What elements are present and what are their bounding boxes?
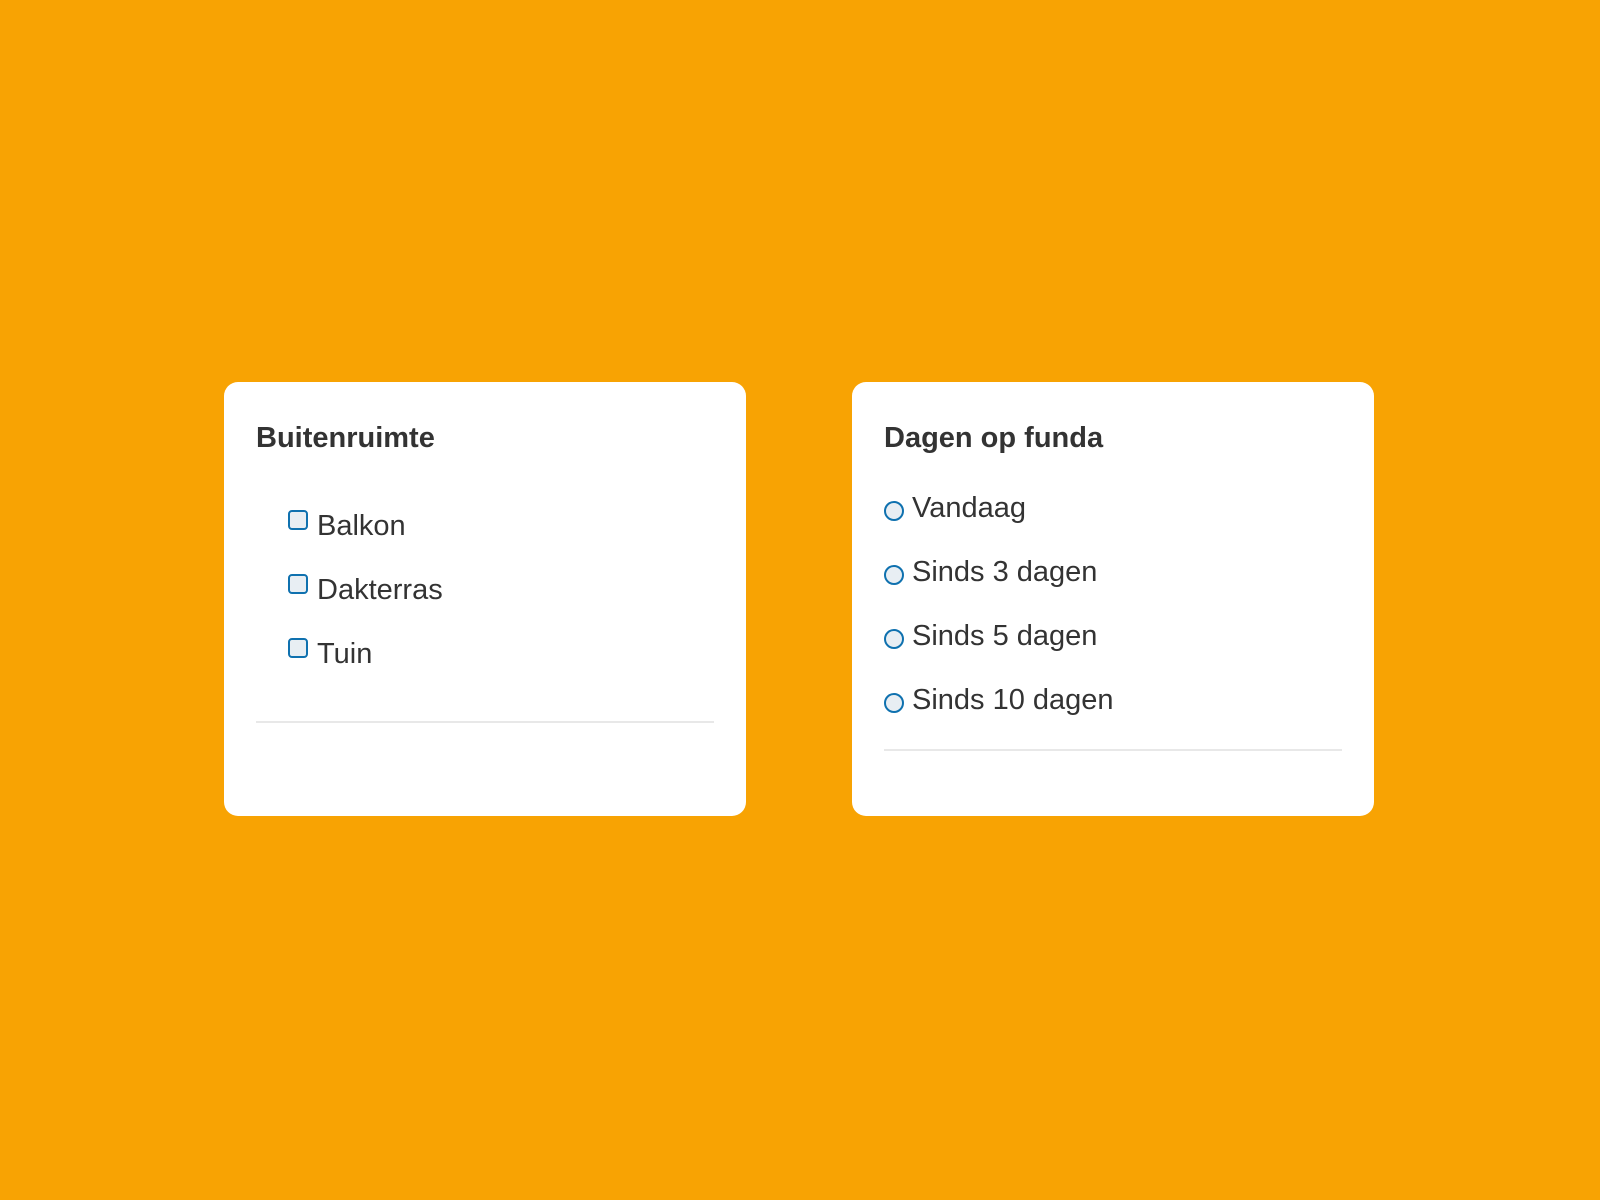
page-background: { "colors": { "background": "#F8A303", "…	[0, 0, 1600, 1200]
outdoor-space-filter-card: Buitenruimte Balkon Dakterras Tuin	[224, 382, 746, 816]
radio-label: Sinds 3 dagen	[912, 556, 1098, 588]
radio-icon[interactable]	[884, 629, 904, 649]
checkbox-icon[interactable]	[288, 574, 308, 594]
checkbox-label: Dakterras	[317, 574, 443, 606]
radio-label: Sinds 5 dagen	[912, 620, 1098, 652]
checkbox-icon[interactable]	[288, 510, 308, 530]
radio-option-vandaag[interactable]: Vandaag	[884, 494, 1026, 523]
radio-icon[interactable]	[884, 565, 904, 585]
radio-icon[interactable]	[884, 693, 904, 713]
checkbox-option-dakterras[interactable]: Dakterras	[288, 574, 443, 606]
checkbox-icon[interactable]	[288, 638, 308, 658]
days-on-funda-filter-card: Dagen op funda Vandaag Sinds 3 dagen Sin…	[852, 382, 1374, 816]
radio-icon[interactable]	[884, 501, 904, 521]
divider	[884, 749, 1342, 751]
outdoor-space-filter-title: Buitenruimte	[256, 422, 435, 454]
checkbox-option-tuin[interactable]: Tuin	[288, 638, 373, 670]
checkbox-option-balkon[interactable]: Balkon	[288, 510, 406, 542]
radio-option-sinds-3-dagen[interactable]: Sinds 3 dagen	[884, 558, 1097, 587]
radio-label: Vandaag	[912, 492, 1026, 524]
checkbox-label: Balkon	[317, 510, 406, 542]
days-on-funda-filter-title: Dagen op funda	[884, 422, 1104, 454]
radio-option-sinds-5-dagen[interactable]: Sinds 5 dagen	[884, 622, 1097, 651]
radio-option-sinds-10-dagen[interactable]: Sinds 10 dagen	[884, 686, 1114, 715]
divider	[256, 721, 714, 723]
radio-label: Sinds 10 dagen	[912, 684, 1114, 716]
checkbox-label: Tuin	[317, 638, 373, 670]
